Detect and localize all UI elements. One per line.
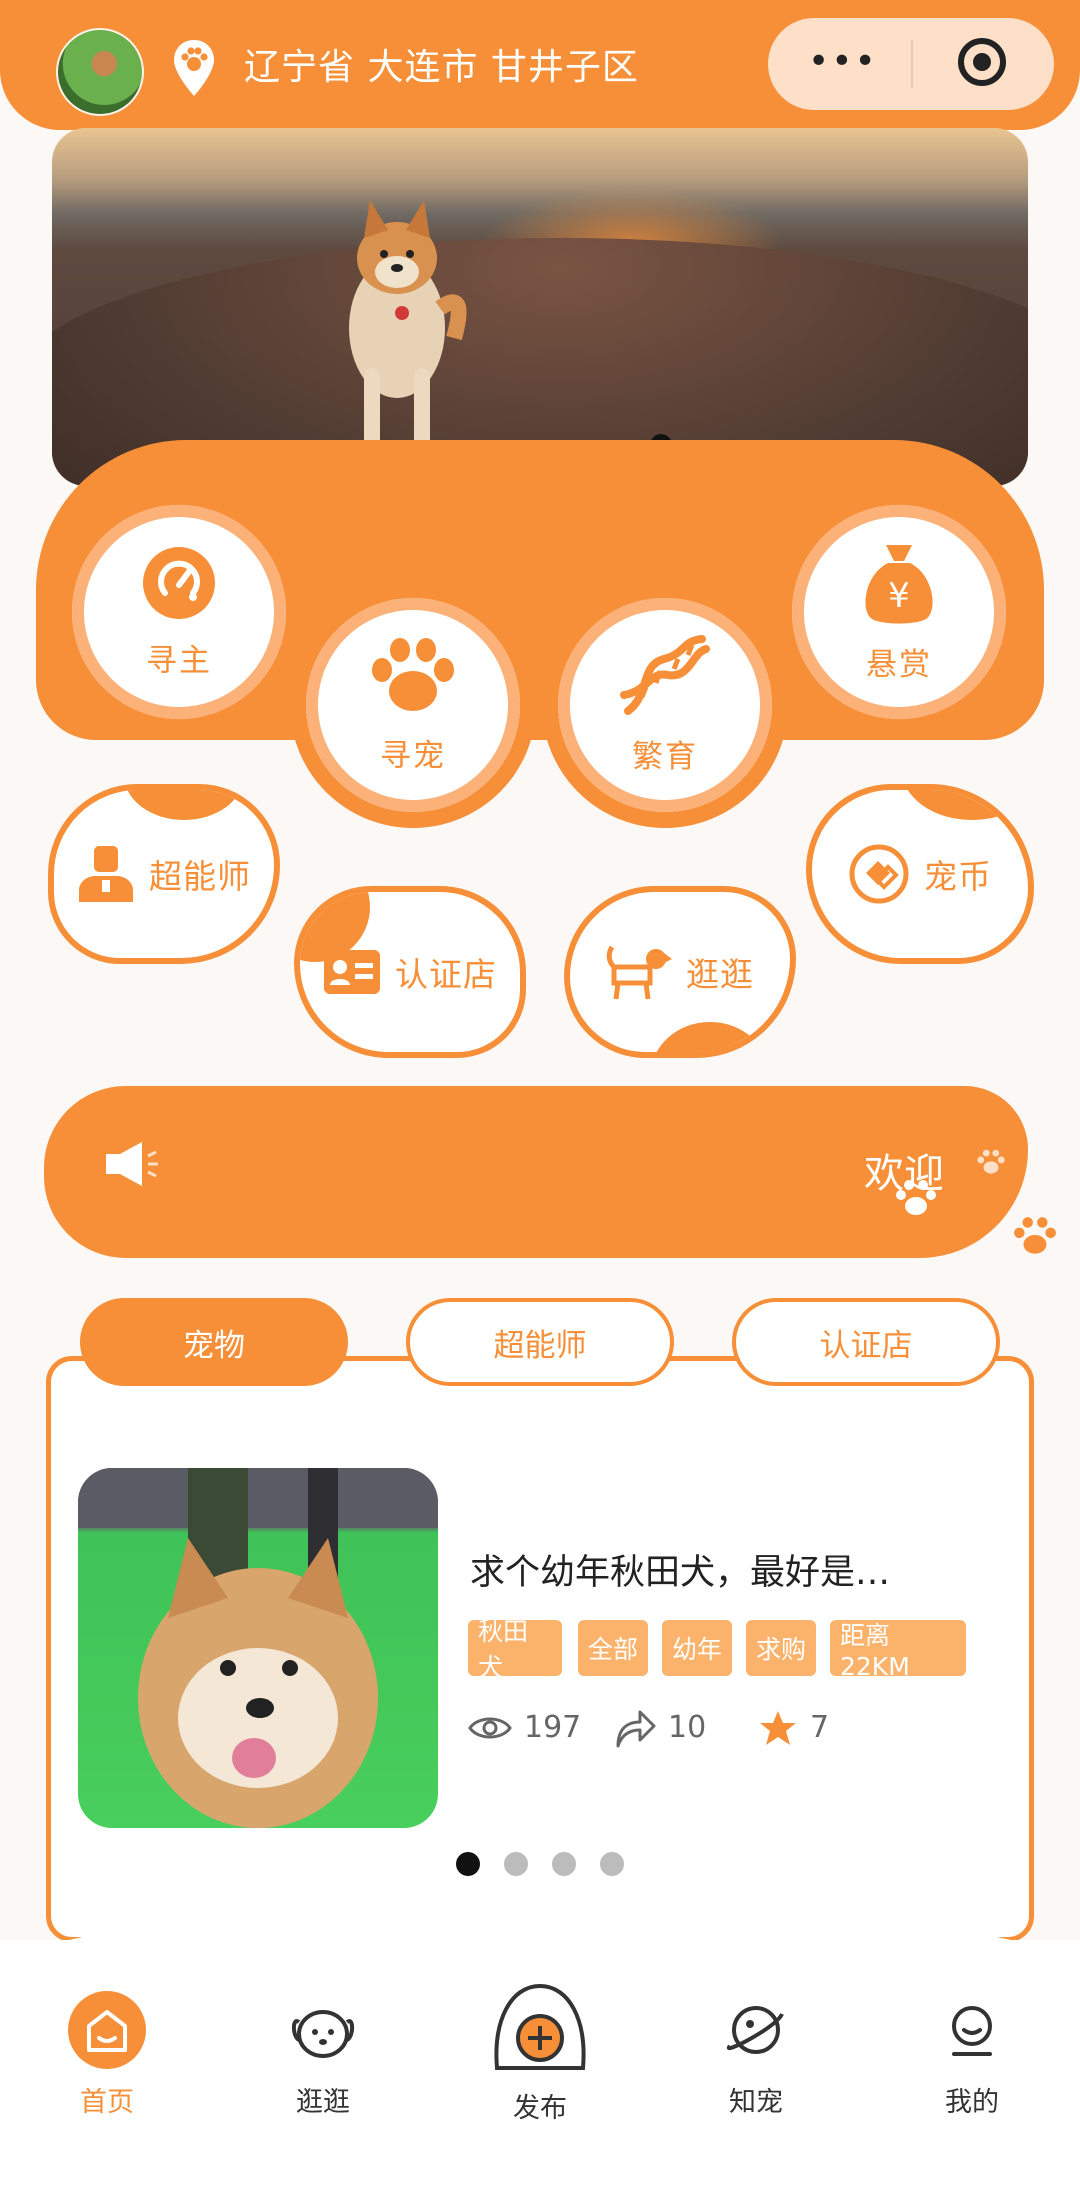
plus-circle-icon	[494, 1983, 586, 2070]
user-icon	[952, 2006, 992, 2056]
coin-icon	[849, 844, 909, 904]
close-target-icon[interactable]	[958, 38, 1006, 86]
dog-face-icon	[292, 2010, 354, 2058]
carousel-dot[interactable]	[600, 1852, 624, 1876]
feature-super-trainer[interactable]: 超能师	[48, 784, 280, 964]
feature-find-pet[interactable]: 寻宠	[306, 598, 520, 812]
listing-title[interactable]: 求个幼年秋田犬，最好是…	[470, 1548, 890, 1598]
feature-find-owner[interactable]: 寻主	[72, 505, 286, 719]
megaphone-icon	[106, 1142, 158, 1186]
planet-icon	[726, 2006, 784, 2054]
dog-walk-icon	[606, 945, 672, 1000]
notice-bar[interactable]: 欢迎	[44, 1086, 1028, 1258]
shares-count: 10	[668, 1710, 707, 1745]
pill-label: 宠币	[924, 857, 992, 896]
feature-breeding[interactable]: 繁育	[558, 598, 772, 812]
shiba-dog-photo	[78, 1468, 438, 1828]
money-bag-icon: ¥	[865, 544, 933, 623]
carousel-dot[interactable]	[456, 1852, 480, 1876]
feature-certified-shop[interactable]: 认证店	[294, 886, 526, 1058]
paw-decoration-icon	[977, 1149, 1005, 1174]
feature-pet-coin[interactable]: 宠币	[806, 784, 1034, 964]
pill-label: 认证店	[395, 955, 497, 994]
tab-certified-shop[interactable]: 认证店	[732, 1298, 1000, 1386]
feature-label: 寻宠	[380, 737, 446, 774]
paw-decoration-icon	[896, 1180, 936, 1215]
nav-label: 知宠	[729, 2087, 783, 2118]
location-text[interactable]: 辽宁省 大连市 甘井子区	[244, 42, 639, 94]
home-icon	[68, 1991, 146, 2069]
paw-icon	[372, 637, 454, 711]
banner-shiba-dog-image	[349, 200, 467, 448]
location-paw-icon[interactable]	[170, 38, 218, 98]
share-icon	[616, 1710, 656, 1748]
pill-decoration	[650, 1022, 770, 1052]
capsule-divider	[911, 40, 913, 88]
trainer-icon	[79, 846, 133, 902]
feature-label: 悬赏	[866, 646, 932, 683]
nav-label: 我的	[945, 2087, 999, 2118]
pill-decoration	[902, 790, 1028, 820]
tag: 全部	[578, 1620, 648, 1676]
tag: 距离22KM	[830, 1620, 966, 1681]
tab-pet[interactable]: 宠物	[80, 1298, 348, 1386]
more-icon[interactable]: •••	[808, 42, 878, 82]
gauge-icon	[143, 546, 215, 619]
nav-label: 首页	[80, 2087, 134, 2118]
nav-label: 逛逛	[296, 2087, 350, 2118]
pill-label: 超能师	[149, 857, 251, 896]
tab-super-trainer[interactable]: 超能师	[406, 1298, 674, 1386]
feature-label: 寻主	[146, 642, 212, 679]
feature-browse[interactable]: 逛逛	[564, 886, 796, 1058]
nav-item-publish[interactable]: 发布	[465, 1980, 615, 2125]
nav-label: 发布	[513, 2093, 567, 2124]
views-stat: 197	[468, 1702, 581, 1754]
dna-icon	[620, 634, 710, 715]
carousel-dot[interactable]	[552, 1852, 576, 1876]
shares-stat[interactable]: 10	[614, 1702, 706, 1754]
star-icon	[760, 1711, 796, 1745]
pill-label: 逛逛	[686, 955, 754, 994]
carousel-dot[interactable]	[504, 1852, 528, 1876]
tag: 幼年	[662, 1620, 732, 1676]
banner-carousel[interactable]	[52, 128, 1028, 486]
tag: 秋田犬	[468, 1617, 562, 1682]
nav-item-knowledge[interactable]: 知宠	[681, 1990, 831, 2119]
pill-decoration	[124, 790, 244, 820]
id-card-icon	[324, 950, 380, 994]
eye-icon	[468, 1717, 512, 1739]
nav-item-mine[interactable]: 我的	[897, 1990, 1047, 2119]
paw-decoration-icon	[1014, 1217, 1056, 1254]
favorites-count: 7	[810, 1710, 830, 1745]
nav-item-browse[interactable]: 逛逛	[248, 1990, 398, 2119]
yuan-symbol: ¥	[888, 576, 910, 616]
views-count: 197	[524, 1710, 582, 1745]
feature-label: 繁育	[632, 738, 698, 775]
listing-photo[interactable]	[78, 1468, 438, 1828]
nav-item-home[interactable]: 首页	[32, 1990, 182, 2119]
mini-program-capsule: •••	[768, 18, 1054, 110]
tag: 求购	[746, 1620, 816, 1676]
feature-reward[interactable]: ¥ 悬赏	[792, 505, 1006, 719]
avatar[interactable]	[56, 28, 144, 116]
favorites-stat[interactable]: 7	[758, 1702, 829, 1754]
